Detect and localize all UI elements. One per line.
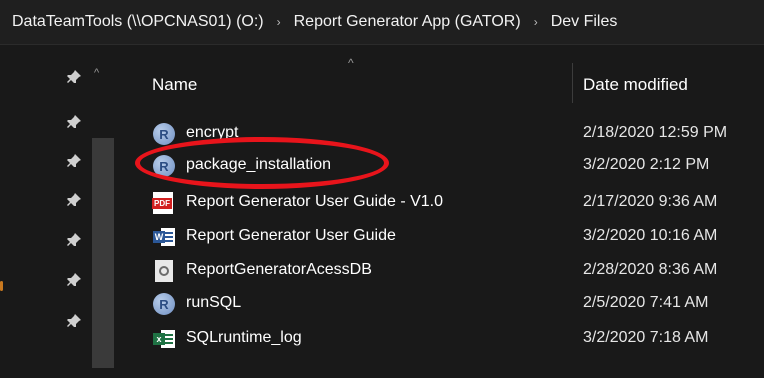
pin-icon[interactable] — [66, 192, 82, 208]
file-name: package_installation — [186, 156, 331, 173]
file-row-encrypt[interactable]: R encrypt 2/18/2020 12:59 PM — [120, 119, 764, 149]
file-date-modified: 3/2/2020 7:18 AM — [583, 329, 709, 346]
sort-ascending-icon: ^ — [348, 56, 354, 70]
file-list: ^ Name Date modified R encrypt 2/18/2020… — [120, 45, 764, 378]
word-doc-icon: W — [153, 226, 175, 248]
pdf-icon: PDF — [152, 192, 175, 214]
breadcrumb-chevron-icon[interactable]: › — [534, 15, 538, 29]
file-date-modified: 2/5/2020 7:41 AM — [583, 294, 709, 311]
breadcrumb-drive[interactable]: DataTeamTools (\\OPCNAS01) (O:) — [12, 13, 264, 31]
file-row-package-installation[interactable]: R package_installation 3/2/2020 2:12 PM — [120, 151, 764, 181]
left-edge-marker — [0, 281, 3, 291]
r-script-icon: R — [153, 155, 175, 177]
file-name: encrypt — [186, 124, 239, 141]
nav-scroll-up-arrow[interactable]: ^ — [94, 67, 99, 79]
breadcrumb-chevron-icon[interactable]: › — [277, 15, 281, 29]
file-row-user-guide-pdf[interactable]: PDF Report Generator User Guide - V1.0 2… — [120, 188, 764, 218]
pin-icon[interactable] — [66, 114, 82, 130]
access-db-icon — [153, 260, 175, 282]
r-script-icon: R — [153, 293, 175, 315]
navigation-pane: ^ — [0, 45, 120, 378]
file-date-modified: 2/28/2020 8:36 AM — [583, 261, 718, 278]
file-date-modified: 2/18/2020 12:59 PM — [583, 124, 728, 141]
address-bar[interactable]: DataTeamTools (\\OPCNAS01) (O:) › Report… — [0, 0, 764, 45]
file-name: runSQL — [186, 294, 242, 311]
file-row-access-db[interactable]: ReportGeneratorAcessDB 2/28/2020 8:36 AM — [120, 256, 764, 286]
file-name: Report Generator User Guide — [186, 227, 396, 244]
pin-icon[interactable] — [66, 313, 82, 329]
breadcrumb-folder-app[interactable]: Report Generator App (GATOR) — [294, 13, 521, 31]
column-header-row: ^ Name Date modified — [120, 45, 764, 103]
breadcrumb-folder-dev[interactable]: Dev Files — [551, 13, 618, 31]
pin-icon[interactable] — [66, 153, 82, 169]
file-explorer-window: DataTeamTools (\\OPCNAS01) (O:) › Report… — [0, 0, 764, 378]
file-name: ReportGeneratorAcessDB — [186, 261, 372, 278]
column-header-date-modified[interactable]: Date modified — [583, 75, 688, 95]
file-row-runsql[interactable]: R runSQL 2/5/2020 7:41 AM — [120, 289, 764, 319]
excel-icon: x — [153, 328, 175, 350]
pin-icon[interactable] — [66, 272, 82, 288]
column-header-name[interactable]: Name — [152, 75, 197, 95]
file-date-modified: 3/2/2020 2:12 PM — [583, 156, 710, 173]
pin-icon[interactable] — [66, 232, 82, 248]
file-row-sqlruntime-log[interactable]: x SQLruntime_log 3/2/2020 7:18 AM — [120, 324, 764, 354]
file-row-user-guide-doc[interactable]: W Report Generator User Guide 3/2/2020 1… — [120, 222, 764, 252]
r-script-icon: R — [153, 123, 175, 145]
file-date-modified: 3/2/2020 10:16 AM — [583, 227, 718, 244]
file-date-modified: 2/17/2020 9:36 AM — [583, 193, 718, 210]
pin-icon[interactable] — [66, 69, 82, 85]
nav-scrollbar[interactable] — [92, 138, 114, 368]
column-divider[interactable] — [572, 63, 573, 103]
file-name: SQLruntime_log — [186, 329, 302, 346]
file-name: Report Generator User Guide - V1.0 — [186, 193, 444, 210]
